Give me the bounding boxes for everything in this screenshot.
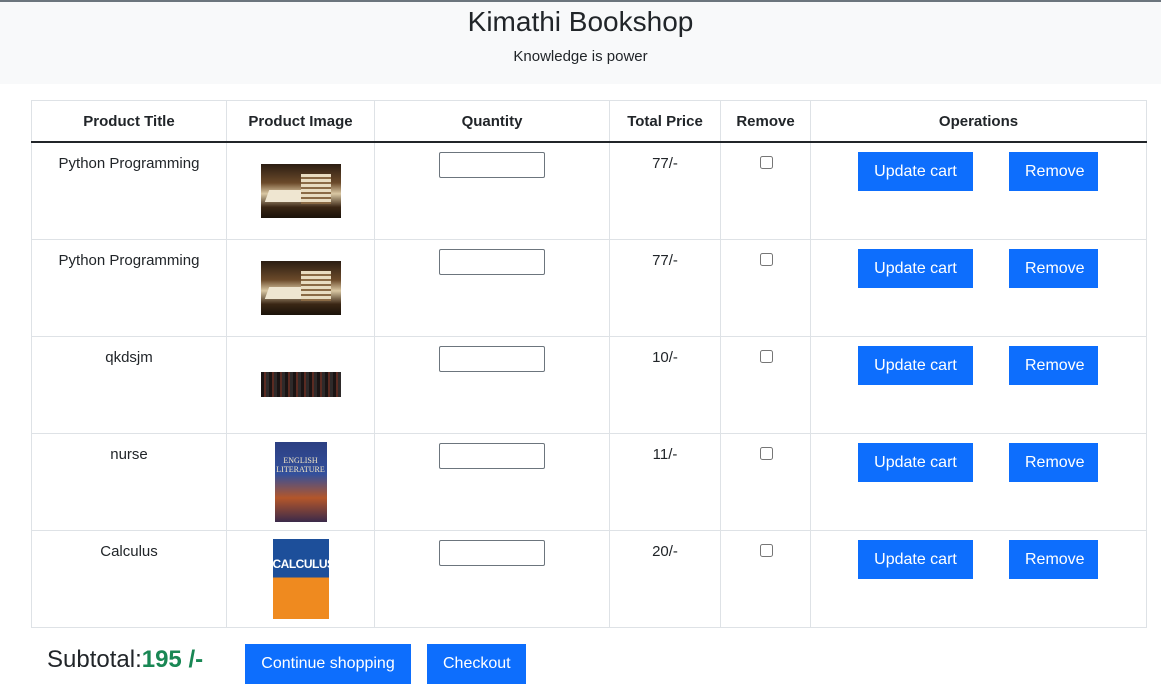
price-cell: 11/- bbox=[609, 433, 721, 531]
cart-table: Product Title Product Image Quantity Tot… bbox=[31, 100, 1147, 628]
product-image-wrap: CALCULUS bbox=[227, 531, 374, 627]
subtotal: Subtotal:195 /- bbox=[47, 646, 203, 674]
product-image-wrap: ENGLISH LITERATURE bbox=[227, 434, 374, 530]
remove-button[interactable]: Remove bbox=[1009, 249, 1098, 288]
table-row: Python Programming 77/- Update cart Remo… bbox=[31, 141, 1147, 240]
update-cart-button[interactable]: Update cart bbox=[858, 249, 973, 288]
subtotal-value: 195 /- bbox=[141, 646, 204, 673]
update-cart-button[interactable]: Update cart bbox=[858, 152, 973, 191]
cart-footer: Subtotal:195 /- Continue shopping Checko… bbox=[0, 640, 1161, 688]
product-image-cell bbox=[226, 239, 375, 337]
remove-checkbox[interactable] bbox=[759, 156, 773, 169]
product-image-cell: ENGLISH LITERATURE bbox=[226, 433, 375, 531]
remove-cell bbox=[720, 239, 811, 337]
checkout-button[interactable]: Checkout bbox=[427, 644, 526, 684]
operations-cell: Update cart Remove bbox=[810, 433, 1147, 531]
quantity-input[interactable] bbox=[439, 540, 545, 566]
continue-shopping-button[interactable]: Continue shopping bbox=[245, 644, 411, 684]
product-title-cell: qkdsjm bbox=[31, 336, 227, 434]
remove-button[interactable]: Remove bbox=[1009, 346, 1098, 385]
operations-cell: Update cart Remove bbox=[810, 239, 1147, 337]
column-header-image: Product Image bbox=[226, 100, 375, 143]
total-price: 77/- bbox=[652, 155, 678, 172]
total-price: 20/- bbox=[652, 543, 678, 560]
product-image-wrap bbox=[227, 143, 374, 239]
product-title-cell: nurse bbox=[31, 433, 227, 531]
product-title: nurse bbox=[110, 446, 148, 463]
quantity-cell bbox=[374, 239, 610, 337]
subtotal-label: Subtotal: bbox=[47, 646, 142, 673]
remove-checkbox[interactable] bbox=[759, 350, 773, 363]
product-title: Calculus bbox=[100, 543, 158, 560]
page-title: Kimathi Bookshop bbox=[467, 6, 694, 37]
remove-cell bbox=[720, 530, 811, 628]
remove-checkbox[interactable] bbox=[759, 447, 773, 460]
remove-checkbox[interactable] bbox=[759, 253, 773, 266]
product-title: qkdsjm bbox=[105, 349, 153, 366]
total-price: 10/- bbox=[652, 349, 678, 366]
product-image-bookshelf bbox=[260, 372, 341, 397]
price-cell: 20/- bbox=[609, 530, 721, 628]
remove-button[interactable]: Remove bbox=[1009, 540, 1098, 579]
quantity-input[interactable] bbox=[439, 249, 545, 275]
column-header-remove: Remove bbox=[720, 100, 811, 143]
cover-text: ENGLISH LITERATURE bbox=[276, 456, 325, 474]
product-image-wrap bbox=[227, 337, 374, 433]
quantity-cell bbox=[374, 530, 610, 628]
quantity-cell bbox=[374, 141, 610, 240]
column-header-operations: Operations bbox=[810, 100, 1147, 143]
total-price: 77/- bbox=[652, 252, 678, 269]
update-cart-button[interactable]: Update cart bbox=[858, 346, 973, 385]
total-price: 11/- bbox=[652, 446, 678, 463]
quantity-cell bbox=[374, 336, 610, 434]
quantity-input[interactable] bbox=[439, 443, 545, 469]
product-image-english-literature: ENGLISH LITERATURE bbox=[274, 442, 327, 522]
product-image-wrap bbox=[227, 240, 374, 336]
table-row: nurse ENGLISH LITERATURE 11/- Update car… bbox=[31, 433, 1147, 531]
quantity-input[interactable] bbox=[439, 346, 545, 372]
table-row: Python Programming 77/- Update cart Remo… bbox=[31, 239, 1147, 337]
remove-checkbox[interactable] bbox=[759, 544, 773, 557]
product-image-books bbox=[260, 261, 341, 315]
page-tagline: Knowledge is power bbox=[513, 48, 648, 65]
quantity-input[interactable] bbox=[439, 152, 545, 178]
remove-cell bbox=[720, 336, 811, 434]
table-row: Calculus CALCULUS 20/- Update cart Remov… bbox=[31, 530, 1147, 628]
product-image-cell bbox=[226, 141, 375, 240]
column-header-title: Product Title bbox=[31, 100, 227, 143]
product-image-cell: CALCULUS bbox=[226, 530, 375, 628]
price-cell: 77/- bbox=[609, 141, 721, 240]
product-title-cell: Python Programming bbox=[31, 141, 227, 240]
cart-table-body: Python Programming 77/- Update cart Remo… bbox=[31, 141, 1147, 628]
product-title: Python Programming bbox=[58, 252, 200, 269]
update-cart-button[interactable]: Update cart bbox=[858, 540, 973, 579]
product-title: Python Programming bbox=[58, 155, 200, 172]
product-image-calculus: CALCULUS bbox=[272, 539, 329, 619]
column-header-quantity: Quantity bbox=[374, 100, 610, 143]
product-title-cell: Calculus bbox=[31, 530, 227, 628]
product-title-cell: Python Programming bbox=[31, 239, 227, 337]
remove-button[interactable]: Remove bbox=[1009, 152, 1098, 191]
remove-cell bbox=[720, 141, 811, 240]
price-cell: 77/- bbox=[609, 239, 721, 337]
quantity-cell bbox=[374, 433, 610, 531]
remove-cell bbox=[720, 433, 811, 531]
update-cart-button[interactable]: Update cart bbox=[858, 443, 973, 482]
operations-cell: Update cart Remove bbox=[810, 336, 1147, 434]
column-header-total-price: Total Price bbox=[609, 100, 721, 143]
product-image-books bbox=[260, 164, 341, 218]
product-image-cell bbox=[226, 336, 375, 434]
cover-text: CALCULUS bbox=[272, 557, 329, 571]
remove-button[interactable]: Remove bbox=[1009, 443, 1098, 482]
operations-cell: Update cart Remove bbox=[810, 530, 1147, 628]
operations-cell: Update cart Remove bbox=[810, 141, 1147, 240]
cart-table-header: Product Title Product Image Quantity Tot… bbox=[31, 100, 1147, 143]
price-cell: 10/- bbox=[609, 336, 721, 434]
page-header: Kimathi Bookshop Knowledge is power bbox=[0, 2, 1161, 84]
table-row: qkdsjm 10/- Update cart Remove bbox=[31, 336, 1147, 434]
